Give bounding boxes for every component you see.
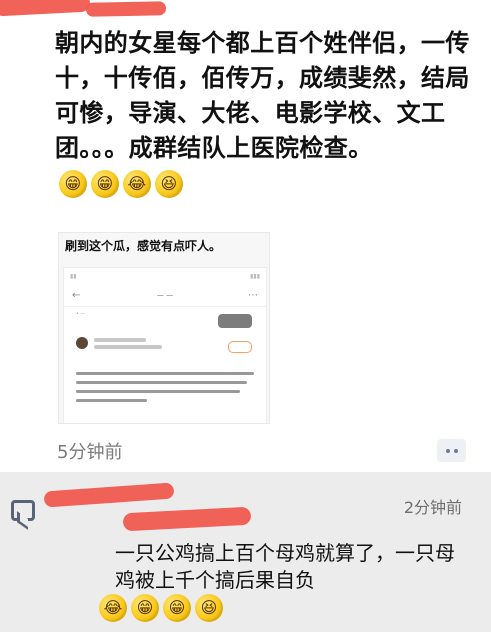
screenshot-user-row: [76, 337, 162, 349]
laugh-cry-emoji: 😂: [123, 170, 151, 198]
screenshot-top-button: [218, 314, 252, 328]
post-emoji-row: 😁 😁 😂 😆: [59, 170, 183, 198]
screenshot-user-meta: [94, 337, 162, 349]
redaction-mark-top-left: [0, 0, 91, 17]
screenshot-follow-button: [228, 341, 252, 353]
post-text: 朝内的女星每个都上百个姓伴侣，一传十，十传佰，佰传万，成绩斐然，结局可惨，导演、…: [55, 29, 470, 162]
more-dot-icon: [445, 448, 450, 453]
comment-time: 2分钟前: [403, 498, 462, 517]
screenshot-text-line: [76, 381, 247, 384]
screenshot-header-title-placeholder: — —: [156, 291, 174, 299]
screenshot-user-time-line: [94, 344, 162, 349]
more-icon: ⋯: [248, 289, 258, 301]
redaction-mark-comment-author: [43, 482, 175, 508]
screenshot-header: ← — — ⋯: [64, 284, 266, 307]
screenshot-text-line: [76, 372, 254, 375]
post-screenshot-image[interactable]: 刷到这个瓜，感觉有点吓人。 ▮▮ ▮▮▮ ← — — ⋯ • —: [58, 232, 270, 424]
comment-section: 2分钟前 一只公鸡搞上百个母鸡就算了，一只母鸡被上千个搞后果自负 😂 😁 😁 😆: [0, 472, 491, 632]
smile-emoji: 😆: [155, 170, 183, 198]
status-right-indicator: ▮▮▮: [250, 272, 260, 280]
post-card: 朝内的女星每个都上百个姓伴侣，一传十，十传佰，佰传万，成绩斐然，结局可惨，导演、…: [0, 0, 491, 472]
screenshot-phone-view: ▮▮ ▮▮▮ ← — — ⋯ • —: [63, 267, 267, 423]
post-body: 朝内的女星每个都上百个姓伴侣，一传十，十传佰，佰传万，成绩斐然，结局可惨，导演、…: [55, 26, 473, 201]
grin-emoji: 😁: [131, 594, 159, 622]
screenshot-post-body: [76, 372, 254, 402]
smile-emoji: 😆: [195, 594, 223, 622]
more-dot-icon: [453, 448, 458, 453]
screenshot-text-line: [76, 399, 148, 402]
screenshot-user-name-line: [94, 337, 146, 342]
post-time: 5分钟前: [57, 442, 123, 463]
comment-icon[interactable]: [11, 500, 35, 521]
status-left-indicator: ▮▮: [70, 272, 77, 280]
grin-emoji: 😁: [91, 170, 119, 198]
grin-emoji: 😁: [163, 594, 191, 622]
screenshot-status-bar: ▮▮ ▮▮▮: [64, 268, 266, 284]
comment-emoji-row: 😂 😁 😁 😆: [99, 594, 223, 622]
back-icon: ←: [72, 289, 81, 301]
grin-emoji: 😁: [59, 170, 87, 198]
screenshot-caption: 刷到这个瓜，感觉有点吓人。: [65, 239, 222, 253]
redaction-mark-top-right: [85, 1, 167, 17]
screenshot-text-line: [76, 390, 240, 393]
redaction-mark-comment-text: [122, 506, 252, 532]
avatar: [76, 337, 88, 349]
more-button[interactable]: [437, 439, 466, 462]
comment-text: 一只公鸡搞上百个母鸡就算了，一只母鸡被上千个搞后果自负: [115, 541, 455, 592]
laugh-cry-emoji: 😂: [99, 594, 127, 622]
